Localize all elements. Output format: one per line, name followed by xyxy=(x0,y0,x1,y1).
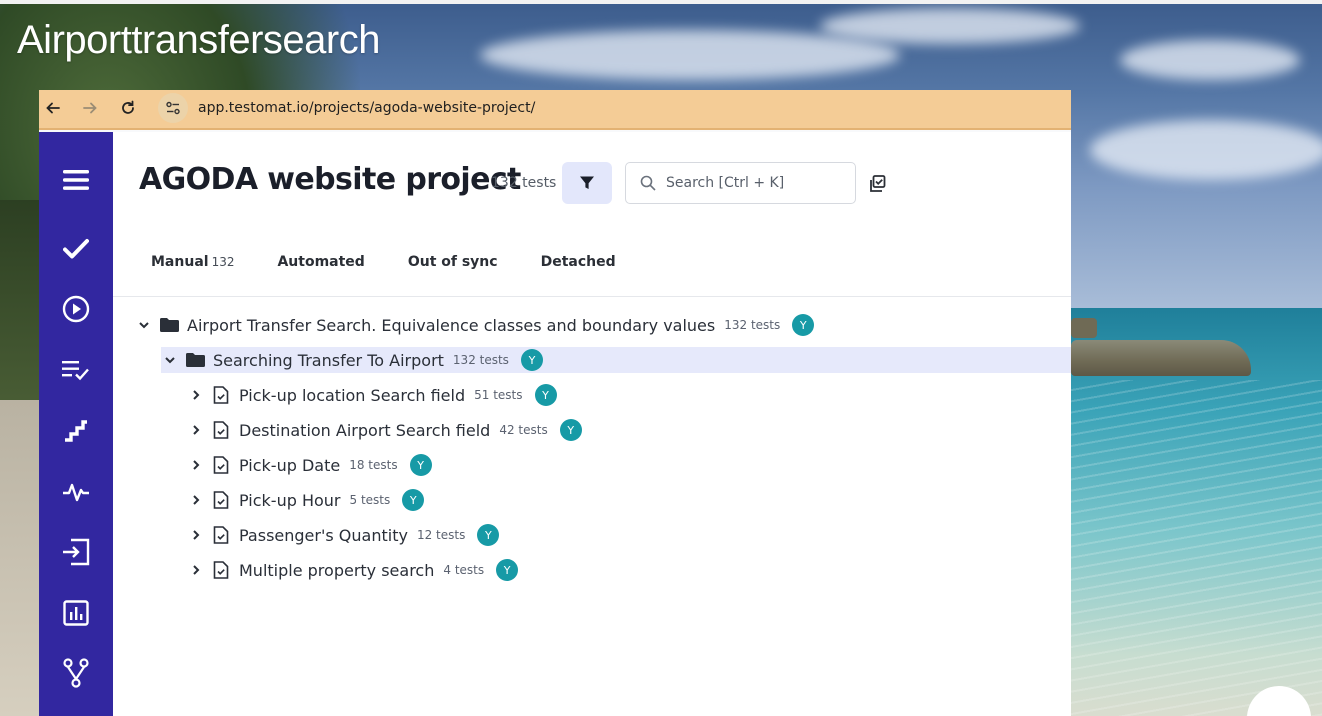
search-field[interactable] xyxy=(625,162,856,204)
suite-name: Searching Transfer To Airport xyxy=(213,350,444,370)
url-text: app.testomat.io/projects/agoda-website-p… xyxy=(198,100,536,116)
folder-icon xyxy=(185,350,205,370)
file-count: 42 tests xyxy=(499,423,548,437)
bulk-select-icon[interactable] xyxy=(865,172,889,196)
play-circle-icon[interactable] xyxy=(53,286,99,332)
file-count: 12 tests xyxy=(416,528,466,542)
tree-row-suite-selected[interactable]: Searching Transfer To Airport 132 tests … xyxy=(161,347,1071,373)
top-strip xyxy=(0,0,1322,4)
cloud xyxy=(1120,40,1300,80)
avatar[interactable]: Y xyxy=(520,349,543,371)
analytics-icon[interactable] xyxy=(53,590,99,636)
divider xyxy=(113,296,1071,297)
avatar[interactable]: Y xyxy=(409,454,432,476)
page-title: AGODA website project xyxy=(139,162,521,197)
beach-sand xyxy=(0,400,40,716)
sidebar xyxy=(39,132,113,716)
address-bar: app.testomat.io/projects/agoda-website-p… xyxy=(39,90,1071,130)
tree-row-file[interactable]: Multiple property search 4 tests Y xyxy=(187,557,519,583)
site-settings-icon[interactable] xyxy=(158,93,188,123)
tab-manual-label: Manual xyxy=(151,254,209,270)
cloud xyxy=(1090,120,1322,180)
chevron-right-icon[interactable] xyxy=(187,421,205,439)
tab-manual-count: 132 xyxy=(211,255,235,269)
chevron-right-icon[interactable] xyxy=(187,526,205,544)
chevron-right-icon[interactable] xyxy=(187,456,205,474)
file-count: 4 tests xyxy=(443,563,485,577)
chevron-right-icon[interactable] xyxy=(187,561,205,579)
slide-title: Airporttransfersearch xyxy=(17,18,380,62)
file-count: 18 tests xyxy=(349,458,398,472)
browser-window: app.testomat.io/projects/agoda-website-p… xyxy=(39,90,1071,716)
arrow-right-icon[interactable] xyxy=(79,97,101,119)
file-count: 51 tests xyxy=(474,388,523,402)
filter-button[interactable] xyxy=(562,162,612,204)
tab-manual[interactable]: Manual 132 xyxy=(151,254,234,270)
avatar[interactable]: Y xyxy=(402,489,425,511)
tree-row-file[interactable]: Pick-up Date 18 tests Y xyxy=(187,452,432,478)
tab-automated[interactable]: Automated xyxy=(277,254,364,270)
rock-small xyxy=(1071,318,1097,338)
tree-row-file[interactable]: Passenger's Quantity 12 tests Y xyxy=(187,522,500,548)
chevron-right-icon[interactable] xyxy=(187,386,205,404)
test-file-icon xyxy=(211,490,231,510)
cloud xyxy=(480,30,900,80)
file-name: Pick-up Date xyxy=(239,455,341,475)
filter-icon xyxy=(580,176,594,189)
file-count: 5 tests xyxy=(349,493,391,507)
suite-count: 132 tests xyxy=(452,353,509,367)
test-file-icon xyxy=(211,560,231,580)
sea-ripples xyxy=(1071,380,1322,716)
tabs: Manual 132 Automated Out of sync Detached xyxy=(151,254,659,276)
rock-jetty xyxy=(1071,340,1251,376)
file-name: Pick-up location Search field xyxy=(239,385,466,405)
test-file-icon xyxy=(211,420,231,440)
import-icon[interactable] xyxy=(53,529,99,575)
branch-icon[interactable] xyxy=(53,650,99,696)
suite-name: Airport Transfer Search. Equivalence cla… xyxy=(187,315,716,335)
checklist-icon[interactable] xyxy=(53,347,99,393)
check-icon[interactable] xyxy=(53,226,99,272)
reload-icon[interactable] xyxy=(117,97,139,119)
file-name: Passenger's Quantity xyxy=(239,525,408,545)
avatar[interactable]: Y xyxy=(477,524,500,546)
avatar[interactable]: Y xyxy=(496,559,519,581)
search-icon xyxy=(640,175,656,191)
chevron-down-icon[interactable] xyxy=(135,316,153,334)
menu-icon[interactable] xyxy=(53,157,99,203)
url-field[interactable]: app.testomat.io/projects/agoda-website-p… xyxy=(158,93,538,123)
cloud xyxy=(820,8,1080,44)
avatar[interactable]: Y xyxy=(534,384,557,406)
tree-row-file[interactable]: Pick-up Hour 5 tests Y xyxy=(187,487,425,513)
pulse-icon[interactable] xyxy=(53,469,99,515)
chevron-down-icon[interactable] xyxy=(161,351,179,369)
steps-icon[interactable] xyxy=(53,408,99,454)
project-test-count: 132 tests xyxy=(491,175,557,191)
avatar[interactable]: Y xyxy=(559,419,582,441)
file-name: Destination Airport Search field xyxy=(239,420,491,440)
arrow-left-icon[interactable] xyxy=(42,97,64,119)
avatar[interactable]: Y xyxy=(792,314,815,336)
tab-out-of-sync[interactable]: Out of sync xyxy=(408,254,498,270)
tree-row-suite[interactable]: Airport Transfer Search. Equivalence cla… xyxy=(135,312,815,338)
search-input[interactable] xyxy=(666,175,836,191)
test-file-icon xyxy=(211,525,231,545)
test-file-icon xyxy=(211,455,231,475)
file-name: Pick-up Hour xyxy=(239,490,341,510)
chevron-right-icon[interactable] xyxy=(187,491,205,509)
tree-row-file[interactable]: Destination Airport Search field 42 test… xyxy=(187,417,582,443)
suite-count: 132 tests xyxy=(724,318,781,332)
folder-icon xyxy=(159,315,179,335)
tab-detached-label: Detached xyxy=(540,254,616,270)
tab-out-of-sync-label: Out of sync xyxy=(407,254,498,270)
test-file-icon xyxy=(211,385,231,405)
tree-row-file[interactable]: Pick-up location Search field 51 tests Y xyxy=(187,382,557,408)
main-content: AGODA website project 132 tests Manual13… xyxy=(113,132,1071,716)
file-name: Multiple property search xyxy=(239,560,435,580)
tab-automated-label: Automated xyxy=(277,254,365,270)
tab-detached[interactable]: Detached xyxy=(541,254,616,270)
